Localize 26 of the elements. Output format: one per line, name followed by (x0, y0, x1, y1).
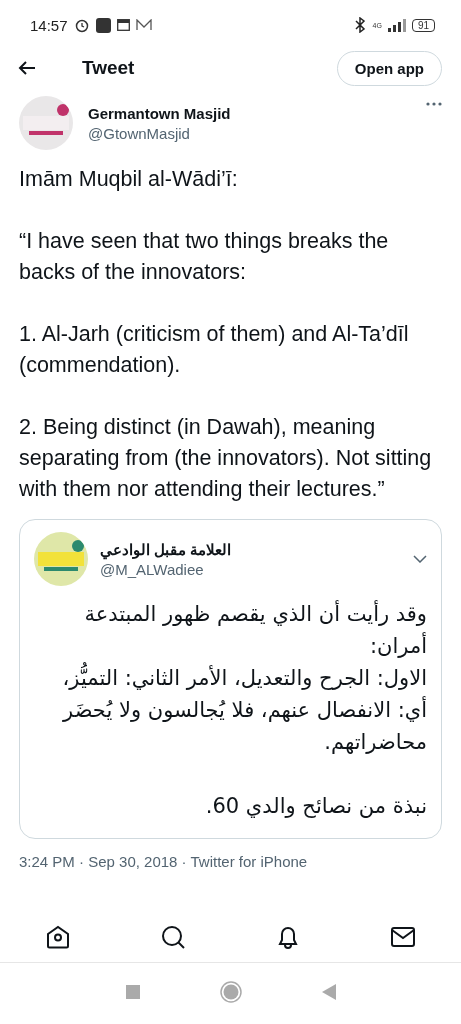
mail-icon (135, 19, 152, 31)
back-arrow-icon[interactable] (18, 60, 36, 76)
chevron-down-icon[interactable] (413, 555, 427, 563)
more-icon[interactable] (426, 102, 442, 106)
quoted-tweet-text: وقد رأيت أن الذي يقصم ظهور المبتدعة أمران: الاول: الجرح والتعديل، الأمر الثاني: التميُّز، أي: الانفصال عنهم، فلا يُجالسون ولا يُحضَر محاضراتهم. نبذة من نصائح والدي 60. (61, 599, 427, 820)
mail-icon[interactable] (390, 925, 417, 949)
tweet-text: “I have seen that two things breaks the backs of the innovators: (19, 228, 390, 286)
battery-level: 91 (411, 18, 435, 32)
quoted-author-name: العلامة مقبل الوادعي (100, 540, 233, 559)
home-icon[interactable] (44, 924, 71, 950)
tweet-text: 2. Being distinct (in Dawah), meaning separating from (the innovators). Not sitting with them nor attending their lectures.” (19, 414, 433, 503)
bluetooth-icon (352, 17, 367, 33)
open-app-button[interactable]: Open app (336, 50, 442, 86)
quoted-author-handle: @M_ALWadiee (100, 560, 205, 578)
calendar-icon (116, 19, 130, 31)
page-title: Tweet (82, 57, 135, 79)
search-icon[interactable] (159, 924, 186, 950)
signal-icon (387, 18, 406, 32)
tweet-text: Imām Muqbil al-Wādi’ī: (19, 166, 239, 193)
tweet-timestamp: 3:24 PM · Sep 30, 2018 · Twitter for iPhone (18, 852, 309, 870)
status-time: 14:57 (30, 16, 68, 34)
author-handle[interactable]: @GtownMasjid (88, 124, 411, 142)
alarm-icon (73, 17, 90, 33)
app-icon (95, 17, 111, 33)
author-name[interactable]: Germantown Masjid (88, 104, 411, 122)
tweet-text: 1. Al-Jarh (criticism of them) and Al-Ta’dīl (commendation). (19, 321, 410, 379)
